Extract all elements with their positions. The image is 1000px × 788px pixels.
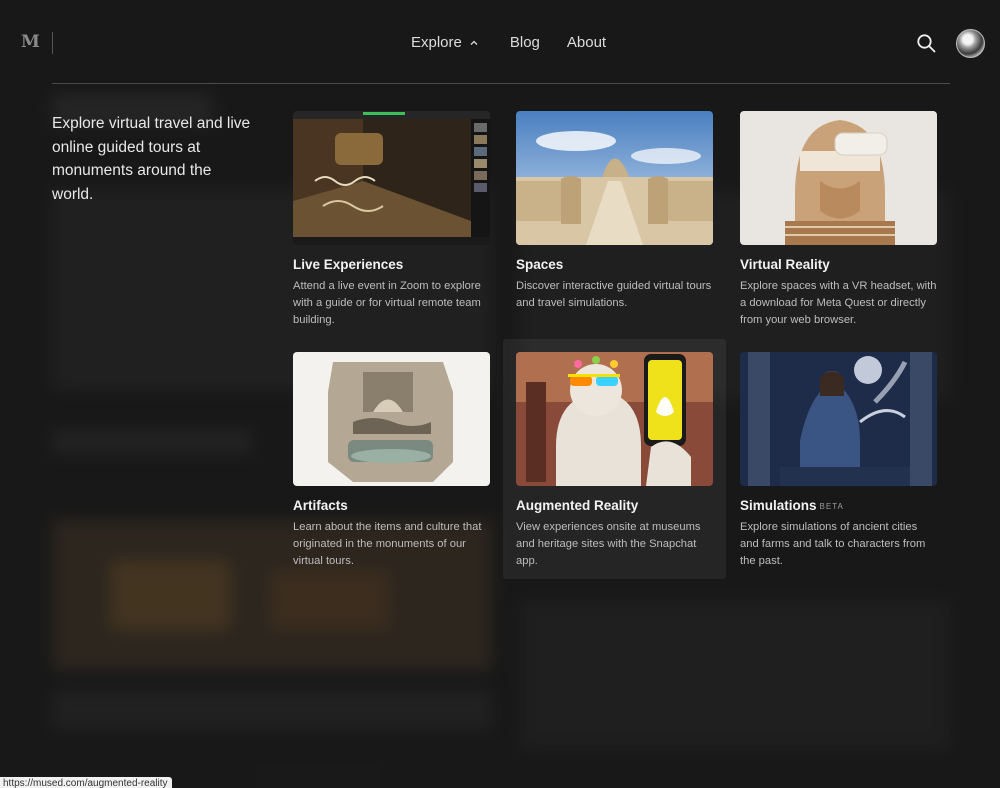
virtual-reality-image: [740, 111, 937, 245]
card-description: Explore spaces with a VR headset, with a…: [740, 280, 937, 326]
card-title: Augmented Reality: [516, 498, 639, 513]
beta-badge: BETA: [819, 502, 844, 511]
site-header: M Explore Blog About: [0, 0, 1000, 86]
card-title: Artifacts: [293, 498, 348, 513]
status-bar-url: https://mused.com/augmented-reality: [0, 777, 172, 788]
header-divider: [52, 83, 950, 84]
nav-about[interactable]: About: [567, 34, 606, 51]
card-spaces[interactable]: Spaces Discover interactive guided virtu…: [516, 111, 713, 312]
simulations-image: [740, 352, 937, 486]
intro-text: Explore virtual travel and live online g…: [52, 115, 251, 203]
card-title: Spaces: [516, 257, 564, 272]
card-title: Live Experiences: [293, 257, 404, 272]
nav-blog[interactable]: Blog: [510, 34, 540, 51]
chevron-up-icon: [470, 40, 478, 45]
site-logo[interactable]: M: [21, 32, 41, 52]
card-description: View experiences onsite at museums and h…: [516, 521, 701, 567]
artifacts-image: [293, 352, 490, 486]
live-experiences-image: [293, 111, 490, 245]
card-description: Learn about the items and culture that o…: [293, 521, 482, 567]
search-icon[interactable]: [916, 33, 936, 53]
card-simulations[interactable]: Simulations BETA Explore simulations of a…: [740, 352, 937, 570]
nav-explore-label: Explore: [411, 34, 462, 51]
card-description: Discover interactive guided virtual tour…: [516, 280, 712, 309]
main-nav: Explore Blog About: [411, 34, 606, 51]
card-title-text: Simulations: [740, 498, 817, 513]
card-title: Virtual Reality: [740, 257, 830, 272]
card-virtual-reality[interactable]: Virtual Reality Explore spaces with a VR…: [740, 111, 937, 329]
card-artifacts[interactable]: Artifacts Learn about the items and cult…: [293, 352, 490, 570]
avatar[interactable]: [956, 29, 985, 58]
card-title: Simulations BETA: [740, 498, 937, 513]
card-augmented-reality[interactable]: Augmented Reality View experiences onsit…: [516, 352, 713, 570]
spaces-image: [516, 111, 713, 245]
augmented-reality-image: [516, 352, 713, 486]
card-live-experiences[interactable]: Live Experiences Attend a live event in …: [293, 111, 490, 329]
card-description: Explore simulations of ancient cities an…: [740, 521, 926, 567]
logo-divider: [52, 32, 53, 54]
card-description: Attend a live event in Zoom to explore w…: [293, 280, 481, 326]
nav-explore[interactable]: Explore: [411, 34, 478, 51]
